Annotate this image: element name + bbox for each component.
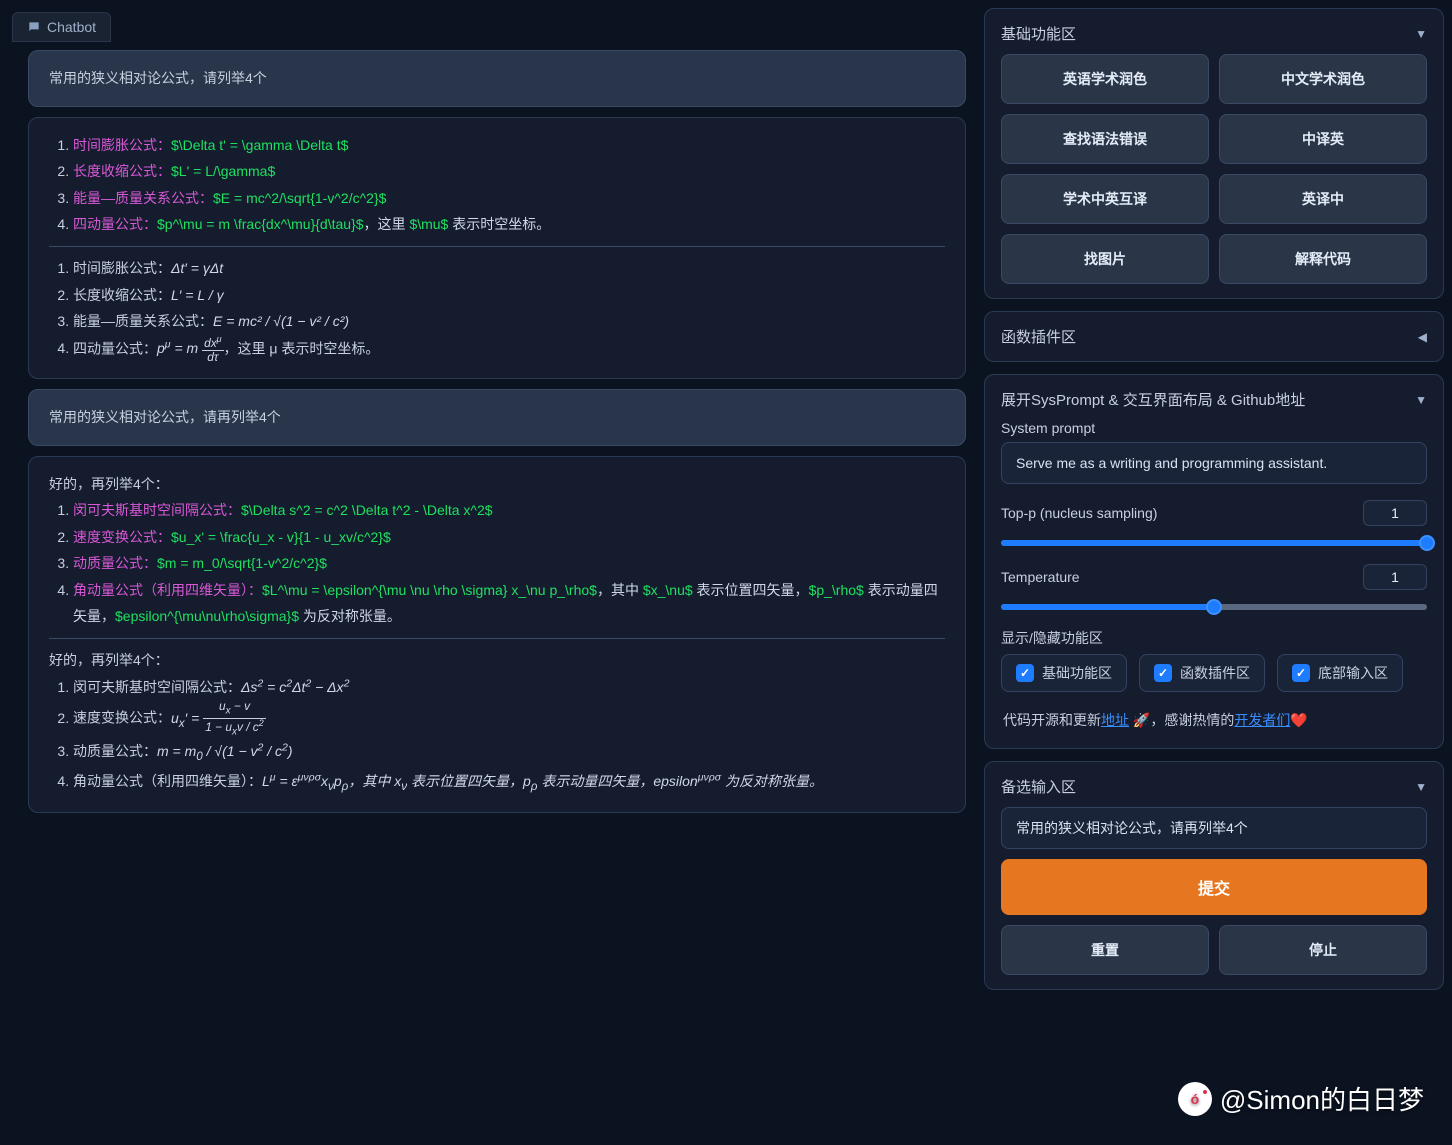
- formula-item: 长度收缩公式：$L' = L/\gamma$: [73, 158, 945, 185]
- quick-action-button[interactable]: 学术中英互译: [1001, 174, 1209, 224]
- formula-item: 长度收缩公式：L′ = L / γ: [73, 282, 945, 309]
- plugins-panel-header[interactable]: 函数插件区 ◀: [1001, 326, 1427, 347]
- quick-action-button[interactable]: 中文学术润色: [1219, 54, 1427, 104]
- bot-message: 时间膨胀公式：$\Delta t' = \gamma \Delta t$长度收缩…: [28, 117, 966, 379]
- plugins-panel: 函数插件区 ◀: [984, 311, 1444, 362]
- formula-item: 闵可夫斯基时空间隔公式：Δs2 = c2Δt2 − Δx2: [73, 674, 945, 701]
- visibility-checkbox[interactable]: ✓底部输入区: [1277, 654, 1403, 692]
- temp-value[interactable]: 1: [1363, 564, 1427, 590]
- basic-panel-header[interactable]: 基础功能区 ▼: [1001, 23, 1427, 44]
- check-icon: ✓: [1154, 664, 1172, 682]
- chevron-left-icon: ◀: [1418, 330, 1427, 344]
- quick-action-button[interactable]: 中译英: [1219, 114, 1427, 164]
- formula-item: 四动量公式：$p^\mu = m \frac{dx^\mu}{d\tau}$，这…: [73, 211, 945, 238]
- quick-action-button[interactable]: 英译中: [1219, 174, 1427, 224]
- quick-action-button[interactable]: 找图片: [1001, 234, 1209, 284]
- quick-action-button[interactable]: 英语学术润色: [1001, 54, 1209, 104]
- system-prompt-input[interactable]: [1001, 442, 1427, 484]
- formula-item: 动质量公式：$m = m_0/\sqrt{1-v^2/c^2}$: [73, 550, 945, 577]
- formula-item: 角动量公式（利用四维矢量）：$L^\mu = \epsilon^{\mu \nu…: [73, 577, 945, 630]
- devs-link[interactable]: 开发者们: [1234, 712, 1290, 728]
- visibility-checkbox[interactable]: ✓基础功能区: [1001, 654, 1127, 692]
- chevron-down-icon: ▼: [1415, 27, 1427, 41]
- formula-item: 时间膨胀公式：Δt′ = γΔt: [73, 255, 945, 282]
- formula-item: 闵可夫斯基时空间隔公式：$\Delta s^2 = c^2 \Delta t^2…: [73, 497, 945, 524]
- input-panel: 备选输入区 ▼ 提交 重置 停止: [984, 761, 1444, 990]
- check-icon: ✓: [1016, 664, 1034, 682]
- tab-label: Chatbot: [47, 19, 96, 35]
- chatbot-tab[interactable]: Chatbot: [12, 12, 111, 42]
- bot-message: 好的，再列举4个： 闵可夫斯基时空间隔公式：$\Delta s^2 = c^2 …: [28, 456, 966, 813]
- chat-icon: [27, 20, 41, 34]
- formula-item: 时间膨胀公式：$\Delta t' = \gamma \Delta t$: [73, 132, 945, 159]
- input-panel-header[interactable]: 备选输入区 ▼: [1001, 776, 1427, 797]
- links-row: 代码开源和更新地址 🚀，感谢热情的开发者们❤️: [1001, 706, 1427, 734]
- repo-link[interactable]: 地址: [1101, 712, 1129, 728]
- formula-item: 能量—质量关系公式：E = mc² / √(1 − v² / c²): [73, 308, 945, 335]
- prompt-input[interactable]: [1001, 807, 1427, 849]
- user-message: 常用的狭义相对论公式，请再列举4个: [28, 389, 966, 446]
- visibility-checkbox[interactable]: ✓函数插件区: [1139, 654, 1265, 692]
- user-message: 常用的狭义相对论公式，请列举4个: [28, 50, 966, 107]
- temp-label: Temperature: [1001, 569, 1351, 585]
- submit-button[interactable]: 提交: [1001, 859, 1427, 915]
- check-icon: ✓: [1292, 664, 1310, 682]
- topp-value[interactable]: 1: [1363, 500, 1427, 526]
- formula-item: 速度变换公式：ux′ = ux − v1 − uxv / c2: [73, 700, 945, 738]
- advanced-panel: 展开SysPrompt & 交互界面布局 & Github地址 ▼ System…: [984, 374, 1444, 749]
- watermark: ó @Simon的白日梦: [1178, 1080, 1424, 1117]
- formula-item: 动质量公式：m = m0 / √(1 − v2 / c2): [73, 738, 945, 768]
- stop-button[interactable]: 停止: [1219, 925, 1427, 975]
- reset-button[interactable]: 重置: [1001, 925, 1209, 975]
- visibility-label: 显示/隐藏功能区: [1001, 628, 1427, 648]
- weibo-icon: ó: [1178, 1082, 1212, 1116]
- topp-label: Top-p (nucleus sampling): [1001, 505, 1351, 521]
- temp-slider[interactable]: [1001, 604, 1427, 610]
- formula-item: 能量—质量关系公式：$E = mc^2/\sqrt{1-v^2/c^2}$: [73, 185, 945, 212]
- basic-panel: 基础功能区 ▼ 英语学术润色中文学术润色查找语法错误中译英学术中英互译英译中找图…: [984, 8, 1444, 299]
- quick-action-button[interactable]: 解释代码: [1219, 234, 1427, 284]
- system-prompt-label: System prompt: [1001, 420, 1427, 436]
- formula-item: 速度变换公式：$u_x' = \frac{u_x - v}{1 - u_xv/c…: [73, 524, 945, 551]
- chevron-down-icon: ▼: [1415, 780, 1427, 794]
- advanced-panel-header[interactable]: 展开SysPrompt & 交互界面布局 & Github地址 ▼: [1001, 389, 1427, 410]
- formula-item: 四动量公式：pμ = m dxμdτ，这里 μ 表示时空坐标。: [73, 335, 945, 364]
- topp-slider[interactable]: [1001, 540, 1427, 546]
- quick-action-button[interactable]: 查找语法错误: [1001, 114, 1209, 164]
- chevron-down-icon: ▼: [1415, 393, 1427, 407]
- chat-log: 常用的狭义相对论公式，请列举4个 时间膨胀公式：$\Delta t' = \ga…: [8, 50, 972, 1137]
- formula-item: 角动量公式（利用四维矢量）：Lμ = εμνρσxνpρ，其中 xν 表示位置四…: [73, 768, 945, 798]
